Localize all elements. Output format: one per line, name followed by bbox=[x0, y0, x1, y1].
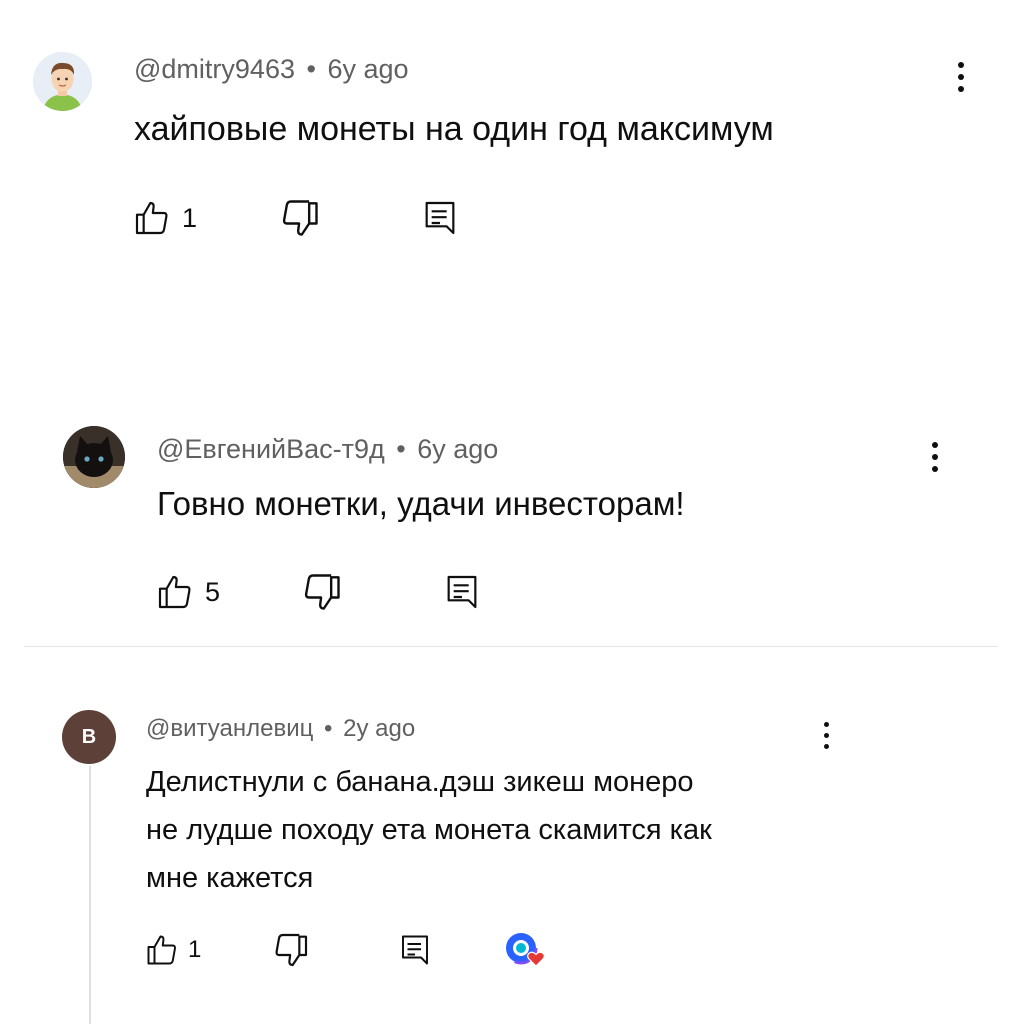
dislike-button[interactable] bbox=[300, 570, 344, 614]
reply-button[interactable] bbox=[420, 197, 460, 239]
meta-separator: • bbox=[324, 715, 333, 742]
comment-meta: @dmitry9463 • 6y ago bbox=[134, 52, 409, 86]
avatar[interactable] bbox=[33, 52, 92, 111]
reply-icon bbox=[447, 575, 477, 609]
dislike-button[interactable] bbox=[271, 930, 311, 970]
comment-actions: 5 bbox=[155, 572, 482, 612]
thumbs-down-icon bbox=[304, 574, 340, 610]
dislike-button[interactable] bbox=[278, 196, 322, 240]
dot-icon bbox=[958, 86, 964, 92]
more-options-button[interactable] bbox=[822, 722, 832, 749]
like-count: 5 bbox=[205, 576, 221, 607]
comment-meta: @витуанлевиц • 2y ago bbox=[146, 714, 415, 744]
comment-meta: @ЕвгенийВас-т9д • 6y ago bbox=[157, 432, 498, 466]
more-options-button[interactable] bbox=[956, 62, 966, 92]
reply-icon bbox=[402, 935, 429, 965]
avatar-letter: В bbox=[81, 725, 97, 748]
author-handle[interactable]: @ЕвгенийВас-т9д bbox=[157, 434, 385, 464]
meta-separator: • bbox=[396, 434, 406, 464]
thumbs-up-icon bbox=[158, 575, 191, 609]
comment-age[interactable]: 6y ago bbox=[417, 434, 498, 464]
creator-heart-icon bbox=[504, 931, 546, 967]
like-button[interactable]: 1 bbox=[144, 932, 201, 968]
comment-age[interactable]: 2y ago bbox=[343, 715, 415, 742]
dot-icon bbox=[824, 733, 829, 738]
thumbs-down-icon bbox=[282, 200, 318, 236]
dot-icon bbox=[932, 454, 938, 460]
dot-icon bbox=[824, 722, 829, 727]
reply-button[interactable] bbox=[442, 571, 482, 613]
author-handle[interactable]: @витуанлевиц bbox=[146, 715, 313, 742]
dot-icon bbox=[932, 466, 938, 472]
thumbs-down-icon bbox=[275, 933, 308, 967]
comment-text: Делистнули с банана.дэш зикеш монеро не … bbox=[146, 758, 712, 902]
reply-thread-line bbox=[89, 766, 91, 1024]
comment-text-line: Делистнули с банана.дэш зикеш монеро bbox=[146, 766, 694, 798]
comment-text-line: мне кажется bbox=[146, 862, 314, 894]
dot-icon bbox=[824, 744, 829, 749]
like-count: 1 bbox=[188, 936, 202, 963]
section-divider bbox=[24, 646, 998, 647]
comment-age[interactable]: 6y ago bbox=[327, 54, 408, 84]
cartoon-man-avatar-icon bbox=[33, 52, 92, 111]
like-button[interactable]: 1 bbox=[132, 198, 197, 238]
like-count: 1 bbox=[182, 202, 198, 233]
thumbs-up-icon bbox=[135, 201, 168, 235]
author-handle[interactable]: @dmitry9463 bbox=[134, 54, 295, 84]
reply-button[interactable] bbox=[397, 931, 433, 969]
dot-icon bbox=[958, 74, 964, 80]
avatar[interactable] bbox=[63, 426, 125, 488]
dot-icon bbox=[958, 62, 964, 68]
cat-avatar-icon bbox=[63, 426, 125, 488]
comment-text: Говно монетки, удачи инвесторам! bbox=[157, 485, 685, 522]
creator-heart-badge bbox=[503, 930, 547, 970]
reply-icon bbox=[425, 201, 455, 235]
more-options-button[interactable] bbox=[930, 442, 940, 472]
comment-text-line: не лудше походу ета монета скамится как bbox=[146, 814, 712, 846]
comment-text: хайповые монеты на один год максимум bbox=[134, 110, 774, 148]
meta-separator: • bbox=[306, 54, 316, 84]
comment-actions: 1 bbox=[144, 930, 547, 970]
like-button[interactable]: 5 bbox=[155, 572, 220, 612]
comment-actions: 1 bbox=[132, 198, 460, 238]
avatar[interactable]: В bbox=[62, 710, 116, 764]
thumbs-up-icon bbox=[147, 935, 176, 965]
dot-icon bbox=[932, 442, 938, 448]
